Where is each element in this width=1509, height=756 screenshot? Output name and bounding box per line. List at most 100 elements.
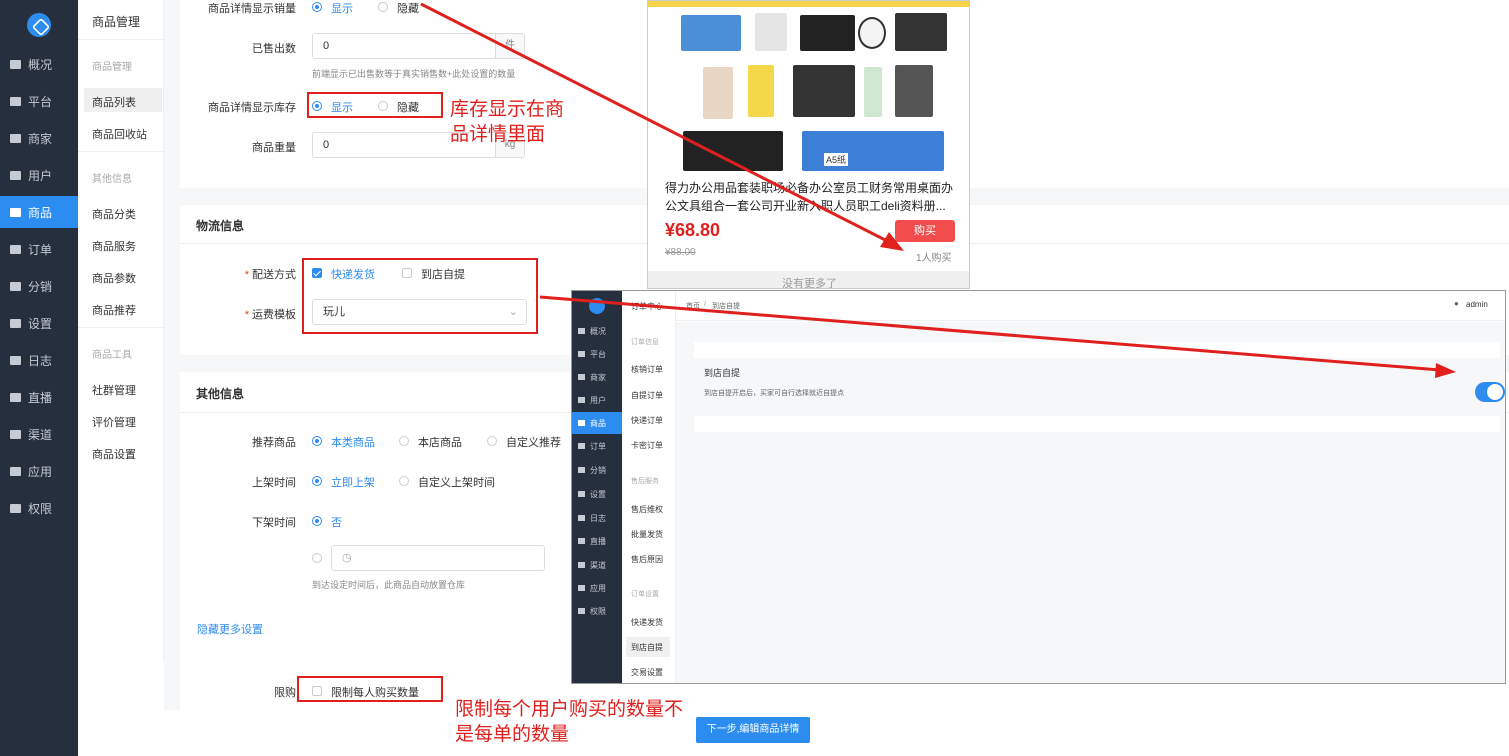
product-thumb-sticky-notes [748,65,774,117]
show-stock-label: 商品详情显示库存 [208,102,296,114]
onshelf-radio-custom[interactable] [399,476,409,486]
log-icon [578,515,585,521]
submenu-item-goods-settings[interactable]: 商品设置 [92,446,136,462]
mini-sub-item[interactable]: 快递发货 [631,617,663,628]
offshelf-radio-time[interactable] [312,553,322,563]
mini-nav-item-goods[interactable]: 商品 [572,412,622,434]
sidebar-item-distribution[interactable]: 分销 [0,270,78,302]
mini-nav-item[interactable]: 日志 [572,507,622,529]
mini-nav-item[interactable]: 订单 [572,435,622,457]
recommend-radio-store[interactable] [399,436,409,446]
mini-nav-item[interactable]: 商家 [572,366,622,388]
offshelf-time-input[interactable]: ◷ [331,545,545,571]
mini-submenu: 订单中心 订单信息 核销订单 自提订单 快递订单 卡密订单 售后服务 售后维权 … [622,291,724,683]
mini-sub-item[interactable]: 批量发货 [631,529,663,540]
product-preview-screenshot: A5纸 得力办公用品套装职场必备办公室员工财务常用桌面办公文具组合一套公司开业新… [647,0,970,289]
submenu-item-community[interactable]: 社群管理 [92,382,136,398]
sidebar-item-permission[interactable]: 权限 [0,492,78,524]
hide-more-settings-link[interactable]: 隐藏更多设置 [197,621,263,637]
monitor-icon [578,328,585,334]
onshelf-radio-now[interactable] [312,476,322,486]
submenu-item-review[interactable]: 评价管理 [92,414,136,430]
store-icon [10,133,21,143]
mini-nav-item[interactable]: 权限 [572,600,622,622]
sidebar-item-log[interactable]: 日志 [0,344,78,376]
annotation-box-delivery [302,258,538,334]
submenu-item-goods-list[interactable]: 商品列表 [92,94,136,110]
clock-icon: ◷ [342,552,352,564]
user-icon [10,170,21,180]
mini-nav-item[interactable]: 直播 [572,530,622,552]
mini-sub-item-pickup[interactable]: 到店自提 [631,642,663,653]
other-info-title: 其他信息 [196,387,245,401]
product-old-price: ¥88.00 [665,247,696,258]
recommend-label: 推荐商品 [252,437,296,449]
offshelf-radio-no[interactable] [312,516,322,526]
apps-icon [578,585,585,591]
sidebar-item-user[interactable]: 用户 [0,159,78,191]
monitor-icon [10,59,21,69]
sidebar-item-goods[interactable]: 商品 [0,196,78,228]
mini-nav-item[interactable]: 分销 [572,459,622,481]
mini-nav-item[interactable]: 设置 [572,483,622,505]
submenu-item-recommend[interactable]: 商品推荐 [92,302,136,318]
mini-nav-item[interactable]: 概况 [572,320,622,342]
mini-sub-item[interactable]: 核销订单 [631,364,663,375]
gear-icon [10,318,21,328]
sidebar-item-merchant[interactable]: 商家 [0,122,78,154]
app-logo-icon[interactable] [27,13,51,37]
a5-label: A5纸 [824,153,849,166]
product-thumb-stapler [793,65,855,117]
mini-sub-item[interactable]: 快递订单 [631,415,663,426]
submenu-item-service[interactable]: 商品服务 [92,238,136,254]
mini-admin-name[interactable]: admin [1466,300,1488,309]
sidebar-item-overview[interactable]: 概况 [0,48,78,80]
show-sales-radio-show[interactable] [312,2,322,12]
mini-nav-item[interactable]: 渠道 [572,554,622,576]
mini-sidebar: 概况 平台 商家 用户 商品 订单 分销 设置 日志 直播 渠道 应用 权限 [572,291,622,683]
next-step-button[interactable]: 下一步,编辑商品详情 [696,717,810,743]
mini-nav-item[interactable]: 应用 [572,577,622,599]
sidebar-item-channel[interactable]: 渠道 [0,418,78,450]
mini-nav-item[interactable]: 用户 [572,389,622,411]
sold-count: 1人购买 [916,253,952,264]
recommend-category-text: 本类商品 [331,437,375,449]
onshelf-now-text: 立即上架 [331,477,375,489]
user-icon [578,397,585,403]
submenu-item-param[interactable]: 商品参数 [92,270,136,286]
sold-count-input[interactable]: 0 [312,33,496,59]
show-sales-radio-hide[interactable] [378,2,388,12]
mini-sub-item[interactable]: 售后维权 [631,504,663,515]
mini-sub-item[interactable]: 售后原因 [631,554,663,565]
sidebar-item-order[interactable]: 订单 [0,233,78,265]
annotation-box-limit [297,676,443,702]
pickup-toggle-switch[interactable] [1475,382,1505,402]
mini-sub-item[interactable]: 卡密订单 [631,440,663,451]
desktop-icon [10,96,21,106]
submenu-item-category[interactable]: 商品分类 [92,206,136,222]
recommend-radio-custom[interactable] [487,436,497,446]
delivery-label: * 配送方式 [244,269,296,281]
mini-sub-item[interactable]: 交易设置 [631,667,663,678]
sidebar-item-platform[interactable]: 平台 [0,85,78,117]
live-icon [10,392,21,402]
lock-icon [578,608,585,614]
show-sales-hide-text: 隐藏 [397,3,419,15]
product-price: ¥68.80 [665,220,721,240]
recommend-radio-category[interactable] [312,436,322,446]
product-thumb-scissors [858,17,886,49]
live-icon [578,538,585,544]
sidebar-item-apps[interactable]: 应用 [0,455,78,487]
sidebar-item-settings[interactable]: 设置 [0,307,78,339]
mini-breadcrumb-home[interactable]: 首页 [686,301,700,311]
pickup-settings-screenshot: 概况 平台 商家 用户 商品 订单 分销 设置 日志 直播 渠道 应用 权限 订… [571,290,1506,684]
sidebar-item-live[interactable]: 直播 [0,381,78,413]
mini-sub-item[interactable]: 自提订单 [631,390,663,401]
buy-button[interactable]: 购买 [895,220,955,242]
mini-nav-item[interactable]: 平台 [572,343,622,365]
submenu-group-tools: 商品工具 [92,350,132,361]
submenu-group-goods: 商品管理 [92,62,132,73]
submenu-item-recycle[interactable]: 商品回收站 [92,126,147,142]
mini-breadcrumb-current: 到店自提 [712,303,740,310]
channel-icon [578,562,585,568]
